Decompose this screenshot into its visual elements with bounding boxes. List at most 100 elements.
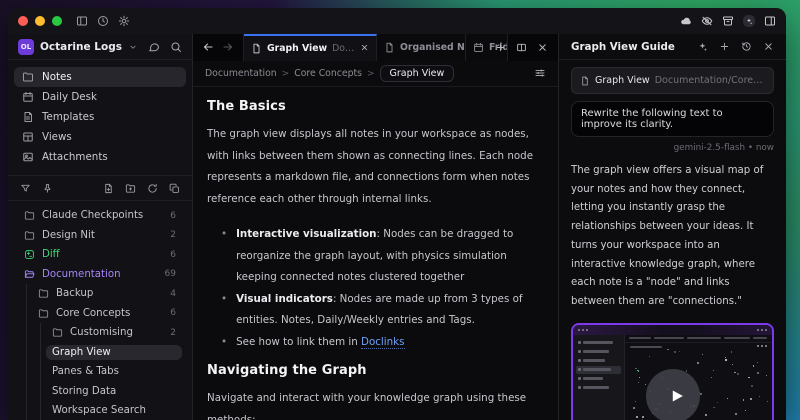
sidebar-nav: Notes Daily Desk Templates Views Attachments [8,60,192,176]
sidebar-item-templates[interactable]: Templates [14,107,186,127]
chevron-down-icon[interactable] [128,42,138,52]
eye-off-icon[interactable] [701,15,713,27]
titlebar-left-icons [76,15,130,27]
note-content[interactable]: The BasicsThe graph view displays all no… [193,87,558,420]
sidebar-item-views[interactable]: Views [14,127,186,147]
arrow-right-icon[interactable] [222,41,234,53]
tree-item-backup[interactable]: Backup4 [8,284,192,304]
sparkles-icon[interactable] [697,41,708,52]
assistant-response: The graph view offers a visual map of yo… [571,162,774,312]
folder-icon [22,71,34,83]
sidebar-item-label: Notes [42,71,72,83]
assistant-panel-title: Graph View Guide [571,41,675,53]
sidebar-item-notes[interactable]: Notes [14,67,186,87]
history-icon[interactable] [741,41,752,52]
file-plus-icon[interactable] [103,183,114,194]
tree-item-label: Graph View [52,347,111,358]
sliders-icon[interactable] [534,67,546,79]
play-button[interactable] [646,369,700,420]
response-meta: gemini-2.5-flash • now [571,143,774,153]
clock-icon[interactable] [97,15,109,27]
tree-item-core-concepts[interactable]: Core Concepts 6 [8,304,192,324]
zoom-window-button[interactable] [52,16,62,26]
tree-item-count: 6 [170,211,176,221]
tree-item-graph-view[interactable]: Graph View [8,343,192,363]
tree-item-documentation[interactable]: Documentation69 [8,265,192,285]
tab-graph-view[interactable]: Graph ViewDocumentatio [244,34,377,61]
minimize-window-button[interactable] [35,16,45,26]
tree-item-claude-checkpoints[interactable]: Claude Checkpoints6 [8,206,192,226]
tab-title: Graph View [267,43,327,54]
mini-app-titlebar [573,325,772,335]
tree-item-diff[interactable]: Diff6 [8,245,192,265]
assistant-panel-header: Graph View Guide [559,34,786,60]
tree-item-design-nit[interactable]: Design Nit2 [8,226,192,246]
bullet-item: •Visual indicators: Nodes are made up fr… [207,289,540,332]
tree-item-label: Storing Data [52,386,116,397]
cloud-icon[interactable] [680,15,692,27]
doclinks-link[interactable]: Doclinks [361,336,404,349]
plus-icon[interactable] [719,41,730,52]
archive-icon[interactable] [722,15,734,27]
tree-item-workspace-search[interactable]: Workspace Search [8,401,192,420]
panel-right-icon[interactable] [764,15,776,27]
user-prompt: Rewrite the following text to improve it… [571,101,774,137]
section-heading: The Basics [207,99,540,114]
tree-item-label: Backup [56,288,93,299]
sparkles-icon[interactable] [743,15,755,27]
sidebar-item-attachments[interactable]: Attachments [14,147,186,167]
refresh-icon[interactable] [147,183,158,194]
bullet-item: •Interactive visualization: Nodes can be… [207,224,540,289]
tab-organised-notes[interactable]: Organised Notes [377,34,466,61]
workspace-name: Octarine Logs [40,41,122,53]
sidebar-item-daily-desk[interactable]: Daily Desk [14,87,186,107]
search-icon[interactable] [170,41,182,53]
folder-open-icon [24,269,35,280]
folder-icon [38,308,49,319]
sidebar-item-label: Attachments [42,151,108,163]
plus-icon[interactable] [495,42,506,53]
chat-icon[interactable] [148,41,160,53]
tab-title: Organised Notes [400,42,466,53]
bullet-item: •See how to link them in Doclinks [207,332,540,354]
breadcrumb-segment[interactable]: Core Concepts [294,68,362,79]
calendar-icon [473,42,484,53]
tree-item-label: Core Concepts [56,308,130,319]
close-icon[interactable] [763,41,774,52]
pin-icon[interactable] [42,183,53,194]
breadcrumb-segment[interactable]: Documentation [205,68,277,79]
close-window-button[interactable] [18,16,28,26]
close-icon[interactable] [537,42,548,53]
arrow-left-icon[interactable] [202,41,214,53]
settings-sun-icon[interactable] [118,15,130,27]
play-icon [665,385,687,407]
tree-item-count: 6 [170,308,176,318]
workspace-badge: OL [18,39,34,55]
tree-item-count: 2 [170,230,176,240]
panel-left-icon[interactable] [76,15,88,27]
template-icon [22,111,34,123]
tab-close[interactable] [360,43,369,55]
sidebar-item-label: Templates [42,111,94,123]
close-icon[interactable] [360,43,369,52]
tree-item-panes-tabs[interactable]: Panes & Tabs [8,362,192,382]
calendar-icon [22,91,34,103]
diff-icon [24,249,35,260]
breadcrumb: Documentation>Core Concepts> Graph View [193,61,558,87]
collapse-icon[interactable] [169,183,180,194]
embedded-video[interactable] [571,323,774,420]
split-icon[interactable] [516,42,527,53]
tree-item-count: 6 [170,250,176,260]
doc-icon [251,43,262,54]
breadcrumb-separator: > [282,69,290,79]
tree-item-customising[interactable]: Customising2 [8,323,192,343]
left-sidebar: OL Octarine Logs Notes Daily Desk Template… [8,34,193,420]
workspace-switcher[interactable]: OL Octarine Logs [8,34,192,60]
paragraph: Navigate and interact with your knowledg… [207,388,540,420]
sort-icon[interactable] [20,183,31,194]
note-title-field[interactable]: Graph View [380,65,455,82]
tree-item-storing-data[interactable]: Storing Data [8,382,192,402]
context-chip[interactable]: Graph View Documentation/Core Concepts [571,67,774,94]
tree-item-count: 2 [170,328,176,338]
folder-plus-icon[interactable] [125,183,136,194]
